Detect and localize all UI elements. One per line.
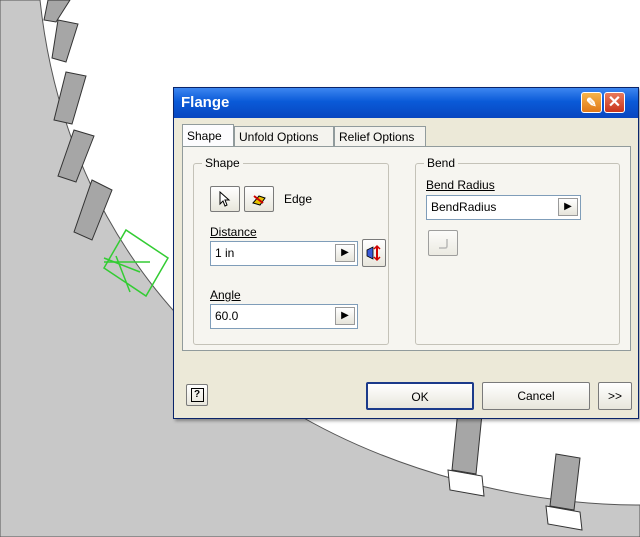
- bend-radius-value: BendRadius: [431, 200, 497, 214]
- cancel-button[interactable]: Cancel: [482, 382, 590, 410]
- bend-group: Bend Bend Radius BendRadius ▶: [415, 156, 620, 345]
- title-bar[interactable]: Flange ✎ ✕: [174, 88, 638, 118]
- help-pen-icon[interactable]: ✎: [581, 92, 602, 113]
- shape-group-legend: Shape: [202, 156, 243, 170]
- bend-radius-label: Bend Radius: [426, 178, 495, 192]
- help-button[interactable]: ?: [186, 384, 208, 406]
- distance-arrow-icon[interactable]: ▶: [335, 244, 355, 262]
- distance-label: Distance: [210, 225, 257, 239]
- tab-unfold-options[interactable]: Unfold Options: [234, 126, 334, 146]
- distance-direction-button[interactable]: [362, 239, 386, 267]
- tab-relief-options[interactable]: Relief Options: [334, 126, 426, 146]
- bend-edge-icon: [439, 239, 448, 249]
- bend-radius-field[interactable]: BendRadius ▶: [426, 195, 581, 220]
- distance-field[interactable]: 1 in ▶: [210, 241, 358, 266]
- ok-button[interactable]: OK: [366, 382, 474, 410]
- more-button[interactable]: >>: [598, 382, 632, 410]
- cursor-arrow-icon: [219, 190, 231, 207]
- shape-group: Shape Edge Distance 1 in ▶ Angle 60.0 ▶: [193, 156, 389, 345]
- close-icon[interactable]: ✕: [604, 92, 625, 113]
- edge-label: Edge: [284, 192, 313, 206]
- angle-field[interactable]: 60.0 ▶: [210, 304, 358, 329]
- flip-direction-button[interactable]: [244, 186, 274, 212]
- direction-flip-icon: [366, 244, 381, 262]
- dialog-title: Flange: [181, 94, 230, 111]
- help-icon: ?: [190, 388, 204, 402]
- bend-radius-arrow-icon[interactable]: ▶: [558, 198, 578, 216]
- shape-tab-panel: Shape Edge Distance 1 in ▶ Angle 60.0 ▶ …: [182, 146, 631, 351]
- flange-dialog: Flange ✎ ✕ Shape Unfold Options Relief O…: [173, 87, 639, 419]
- flange-edge-icon: [252, 195, 266, 206]
- distance-value: 1 in: [215, 246, 235, 260]
- angle-value: 60.0: [215, 309, 239, 323]
- angle-label: Angle: [210, 288, 241, 302]
- bend-group-legend: Bend: [424, 156, 459, 170]
- tab-shape[interactable]: Shape: [182, 124, 234, 146]
- select-edge-button[interactable]: [210, 186, 240, 212]
- bend-edge-button[interactable]: [428, 230, 458, 256]
- angle-arrow-icon[interactable]: ▶: [335, 307, 355, 325]
